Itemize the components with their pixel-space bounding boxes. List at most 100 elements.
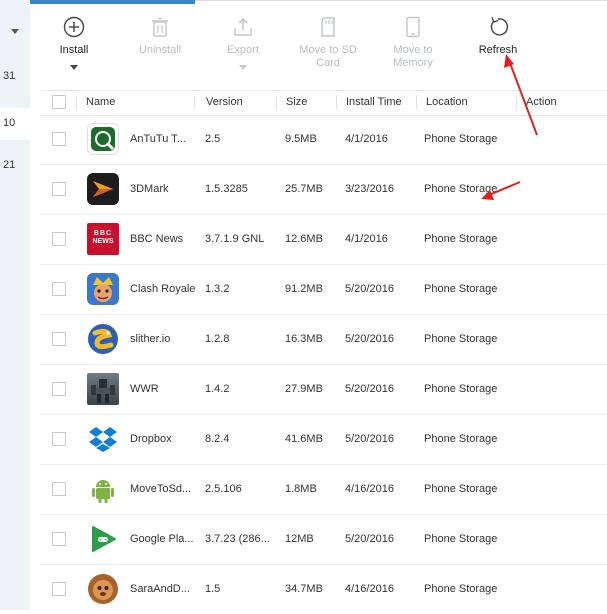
app-location: Phone Storage <box>424 233 498 245</box>
app-location: Phone Storage <box>424 133 498 145</box>
app-location: Phone Storage <box>424 433 498 445</box>
row-checkbox[interactable] <box>52 532 66 546</box>
row-checkbox[interactable] <box>52 182 66 196</box>
table-row[interactable]: Google Pla... 3.7.23 (286... 12MB 5/20/2… <box>40 514 607 565</box>
column-version[interactable]: Version <box>206 96 243 108</box>
trash-icon <box>152 17 168 37</box>
wwr-icon <box>87 373 119 405</box>
export-button[interactable]: Export <box>223 16 263 70</box>
app-version: 1.3.2 <box>205 283 230 295</box>
row-checkbox[interactable] <box>52 482 66 496</box>
move-to-sd-button[interactable]: Move to SD Card <box>296 16 360 70</box>
install-button[interactable]: Install <box>52 16 96 70</box>
table-row[interactable]: BBC NEWS BBC News 3.7.1.9 GNL 12.6MB 4/1… <box>40 214 607 265</box>
app-version: 1.5 <box>205 583 221 595</box>
app-size: 41.6MB <box>285 433 323 445</box>
row-checkbox[interactable] <box>52 332 66 346</box>
move-to-sd-label: Card <box>316 57 340 69</box>
app-name: Clash Royale <box>130 283 196 295</box>
antutu-icon <box>87 123 119 155</box>
slither-icon <box>87 323 119 355</box>
row-checkbox[interactable] <box>52 382 66 396</box>
export-label: Export <box>227 44 259 56</box>
app-name: slither.io <box>130 333 171 345</box>
column-action[interactable]: Action <box>526 96 557 108</box>
google-play-games-icon <box>87 523 119 555</box>
dropbox-icon <box>87 423 119 455</box>
column-name[interactable]: Name <box>86 96 115 108</box>
refresh-button[interactable]: Refresh <box>476 16 520 57</box>
table-row[interactable]: WWR 1.4.2 27.9MB 5/20/2016 Phone Storage <box>40 364 607 415</box>
row-checkbox[interactable] <box>52 232 66 246</box>
app-location: Phone Storage <box>424 483 498 495</box>
refresh-label: Refresh <box>478 44 518 56</box>
table-row[interactable]: Dropbox 8.2.4 41.6MB 5/20/2016 Phone Sto… <box>40 414 607 465</box>
app-install-time: 4/16/2016 <box>345 583 394 595</box>
chevron-down-icon[interactable] <box>11 29 19 34</box>
row-checkbox[interactable] <box>52 132 66 146</box>
side-count[interactable]: 10 <box>3 117 15 129</box>
move-to-memory-button[interactable]: Move to Memory <box>388 16 438 70</box>
app-version: 3.7.1.9 GNL <box>205 233 265 245</box>
refresh-icon <box>490 17 509 36</box>
bbc-news-icon: BBC NEWS <box>87 223 119 255</box>
app-location: Phone Storage <box>424 533 498 545</box>
app-size: 12.6MB <box>285 233 323 245</box>
app-install-time: 4/16/2016 <box>345 483 394 495</box>
app-location: Phone Storage <box>424 283 498 295</box>
install-label: Install <box>59 44 89 56</box>
table-row[interactable]: slither.io 1.2.8 16.3MB 5/20/2016 Phone … <box>40 314 607 365</box>
android-icon <box>87 473 119 505</box>
app-size: 12MB <box>285 533 314 545</box>
app-name: 3DMark <box>130 183 169 195</box>
app-version: 2.5 <box>205 133 221 145</box>
app-name: BBC News <box>130 233 184 245</box>
3dmark-icon <box>87 173 119 205</box>
app-install-time: 5/20/2016 <box>345 533 394 545</box>
app-install-time: 3/23/2016 <box>345 183 394 195</box>
plus-circle-icon <box>63 16 85 38</box>
sara-icon <box>87 573 119 605</box>
table-row[interactable]: Clash Royale 1.3.2 91.2MB 5/20/2016 Phon… <box>40 264 607 315</box>
side-count[interactable]: 21 <box>3 159 15 171</box>
app-install-time: 4/1/2016 <box>345 133 388 145</box>
app-version: 8.2.4 <box>205 433 230 445</box>
side-panel: 31 10 21 <box>0 0 30 610</box>
app-size: 16.3MB <box>285 333 323 345</box>
uninstall-button[interactable]: Uninstall <box>135 16 185 57</box>
move-to-memory-label: Memory <box>393 57 433 69</box>
table-row[interactable]: MoveToSd... 2.5.106 1.8MB 4/16/2016 Phon… <box>40 464 607 515</box>
table-row[interactable]: SaraAndD... 1.5 34.7MB 4/16/2016 Phone S… <box>40 564 607 614</box>
clash-royale-icon <box>87 273 119 305</box>
app-name: Dropbox <box>130 433 172 445</box>
side-count[interactable]: 31 <box>3 70 15 82</box>
row-checkbox[interactable] <box>52 582 66 596</box>
table-row[interactable]: 3DMark 1.5.3285 25.7MB 3/23/2016 Phone S… <box>40 164 607 215</box>
row-checkbox[interactable] <box>52 282 66 296</box>
app-name: AnTuTu T... <box>130 133 186 145</box>
app-location: Phone Storage <box>424 383 498 395</box>
app-name: MoveToSd... <box>130 483 192 495</box>
column-size[interactable]: Size <box>286 96 307 108</box>
app-version: 2.5.106 <box>205 483 242 495</box>
column-location[interactable]: Location <box>426 96 468 108</box>
row-checkbox[interactable] <box>52 432 66 446</box>
app-install-time: 5/20/2016 <box>345 383 394 395</box>
app-size: 91.2MB <box>285 283 323 295</box>
app-version: 1.2.8 <box>205 333 230 345</box>
app-location: Phone Storage <box>424 333 498 345</box>
move-to-sd-label: Move to SD <box>299 44 357 56</box>
chevron-down-icon[interactable] <box>70 65 78 70</box>
app-install-time: 5/20/2016 <box>345 433 394 445</box>
column-install-time[interactable]: Install Time <box>346 96 402 108</box>
chevron-down-icon[interactable] <box>239 65 247 70</box>
app-name: Google Pla... <box>130 533 194 545</box>
app-size: 34.7MB <box>285 583 323 595</box>
app-version: 1.4.2 <box>205 383 230 395</box>
app-location: Phone Storage <box>424 583 498 595</box>
table-header: Name Version Size Install Time Location … <box>40 90 607 116</box>
app-version: 3.7.23 (286... <box>205 533 270 545</box>
table-row[interactable]: AnTuTu T... 2.5 9.5MB 4/1/2016 Phone Sto… <box>40 114 607 165</box>
select-all-checkbox[interactable] <box>52 95 66 109</box>
app-version: 1.5.3285 <box>205 183 248 195</box>
